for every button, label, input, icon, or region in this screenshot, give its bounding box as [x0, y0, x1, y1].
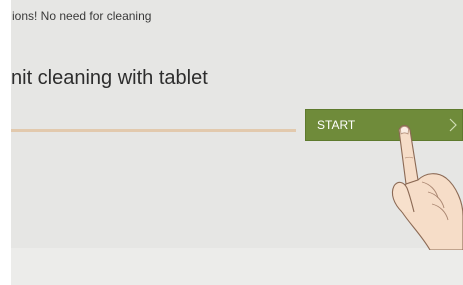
status-message: ions! No need for cleaning: [12, 9, 152, 23]
bottom-strip: [11, 248, 463, 285]
screen: ions! No need for cleaning nit cleaning …: [0, 0, 463, 285]
start-button-label: START: [317, 118, 356, 132]
prompt-title: nit cleaning with tablet: [11, 67, 208, 89]
progress-track: [11, 129, 296, 132]
pointing-hand-icon: [391, 124, 463, 250]
